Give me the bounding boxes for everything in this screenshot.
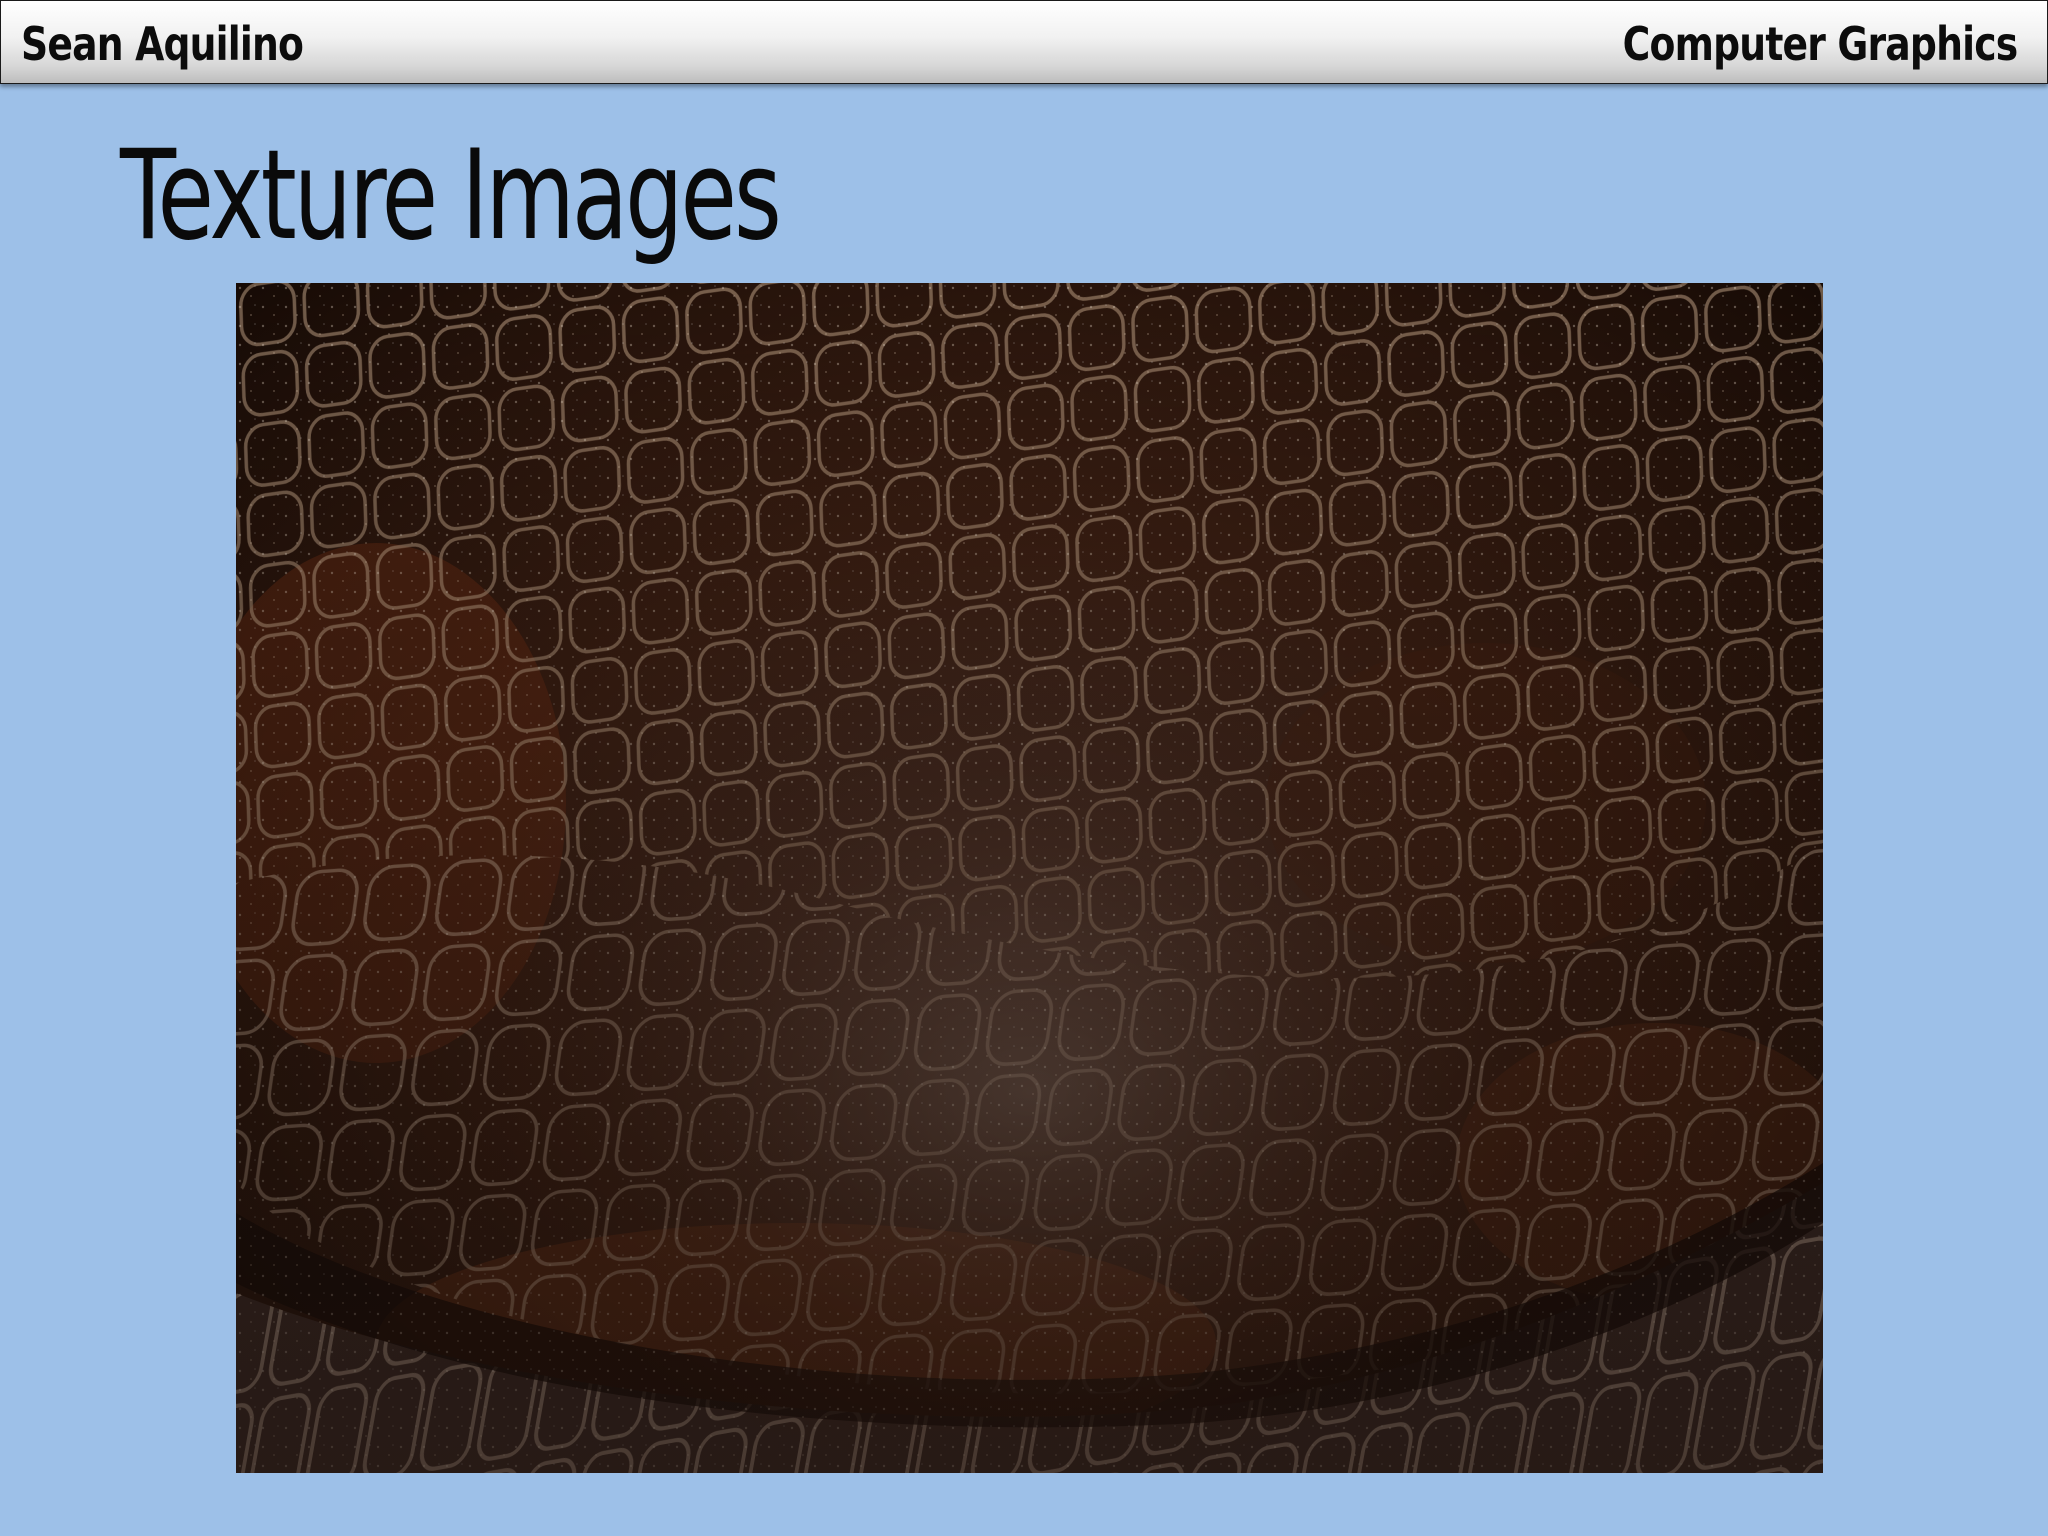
header-bar: Sean Aquilino Computer Graphics [0,0,2048,84]
author-name: Sean Aquilino [21,17,304,71]
course-name: Computer Graphics [1622,17,2018,71]
slide-title: Texture Images [120,124,782,268]
snakeskin-texture-image [236,283,1823,1473]
slide: Sean Aquilino Computer Graphics Texture … [0,0,2048,1536]
